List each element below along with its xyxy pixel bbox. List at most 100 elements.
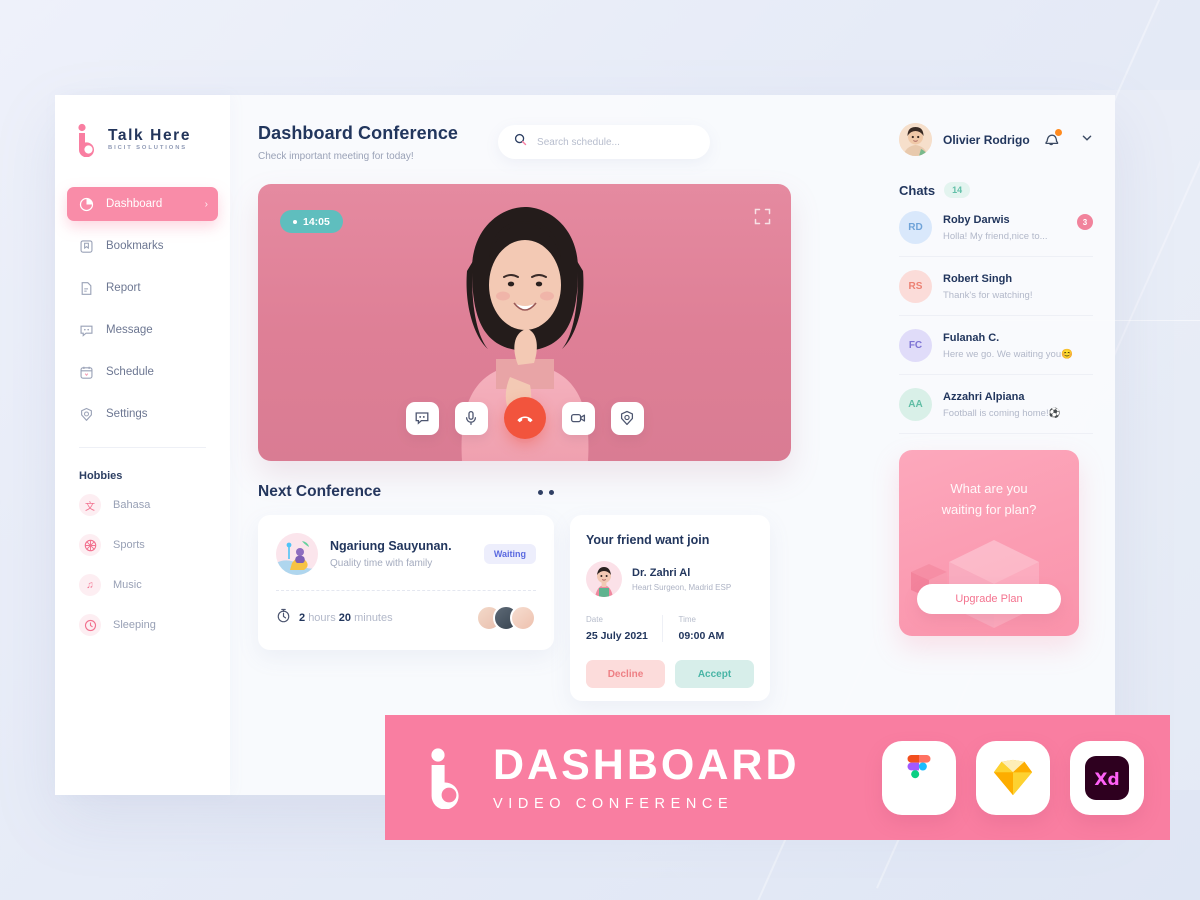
call-controls [258,397,791,439]
next-conference-title: Next Conference [258,483,382,500]
status-badge: Waiting [483,544,536,564]
avatar [586,561,622,597]
sidebar-item-label: Settings [106,408,148,420]
search-placeholder: Search schedule... [537,136,620,148]
user-profile[interactable]: Olivier Rodrigo [899,123,1093,156]
upgrade-promo-card: What are you waiting for plan? Upgrade P… [899,450,1079,636]
join-request-title: Your friend want join [586,533,710,547]
decline-button[interactable]: Decline [586,660,665,688]
avatar-initials: AA [899,388,932,421]
avatar [899,123,932,156]
sidebar-item-label: Bookmarks [106,240,164,252]
video-camera-icon[interactable] [561,401,595,435]
sidebar-item-schedule[interactable]: Schedule [67,355,218,389]
avatar [510,605,536,631]
bottom-banner: DASHBOARD VIDEO CONFERENCE Xd [385,715,1170,840]
promo-line-2: waiting for plan? [941,502,1037,518]
call-timer-badge: 14:05 [280,210,343,233]
gear-icon [78,406,94,422]
sketch-icon[interactable] [976,740,1050,815]
page-subtitle: Check important meeting for today! [258,151,414,162]
time-label: Time [678,615,696,624]
hobby-label: Sleeping [113,619,156,631]
hobby-item-sleeping[interactable]: Sleeping [55,608,230,642]
page-title: Dashboard Conference [258,123,459,143]
join-person-role: Heart Surgeon, Madrid ESP [632,582,732,592]
join-person-name: Dr. Zahri Al [632,566,691,579]
join-actions: Decline Accept [586,660,754,688]
accept-button[interactable]: Accept [675,660,754,688]
main-header: Dashboard Conference Check important mee… [258,123,861,162]
conference-thumbnail [276,533,318,575]
join-datetime: Date 25 July 2021 Time 09:00 AM [586,615,754,642]
chat-name: Fulanah C. [943,331,1000,344]
hobby-label: Sports [113,539,145,551]
bookmark-icon [78,238,94,254]
duration-minutes-label: minutes [354,612,393,624]
conference-card-top: Ngariung Sauyunan. Quality time with fam… [276,533,536,575]
brand-title: Talk Here [108,126,192,144]
chats-count-badge: 14 [944,182,971,198]
sidebar-item-bookmarks[interactable]: Bookmarks [67,229,218,263]
sidebar-item-report[interactable]: Report [67,271,218,305]
search-input[interactable]: Search schedule... [498,125,711,159]
chat-name: Robert Singh [943,272,1013,285]
chat-list-item[interactable]: FC Fulanah C. Here we go. We waiting you… [899,316,1093,375]
brand-subtitle: BICIT SOLUTIONS [108,145,188,152]
chats-title: Chats [899,182,936,198]
date-label: Date [586,615,603,624]
duration-minutes: 20 [338,612,352,624]
chat-list-item[interactable]: RS Robert Singh Thank's for watching! [899,257,1093,316]
card-divider [276,590,536,591]
settings-gear-icon[interactable] [610,401,644,435]
sidebar-item-message[interactable]: Message [67,313,218,347]
svg-text:Xd: Xd [1094,770,1119,790]
notification-dot [1055,128,1062,136]
sidebar-item-settings[interactable]: Settings [67,397,218,431]
chat-message: Thank's for watching! [943,289,1033,301]
hobby-item-bahasa[interactable]: 文 Bahasa [55,488,230,522]
chevron-down-icon[interactable] [1081,131,1093,149]
sidebar-item-dashboard[interactable]: Dashboard › [67,187,218,221]
join-request-person: Dr. Zahri Al Heart Surgeon, Madrid ESP [586,561,754,597]
chevron-right-icon: › [204,198,208,210]
stopwatch-icon [276,608,291,628]
conference-name: Ngariung Sauyunan. [330,539,452,553]
conference-card[interactable]: Ngariung Sauyunan. Quality time with fam… [258,515,554,650]
hobby-item-sports[interactable]: Sports [55,528,230,562]
b-logo-icon [425,747,471,809]
video-conference-panel[interactable]: 14:05 [258,184,791,461]
chat-icon[interactable] [405,401,439,435]
banner-subtitle: VIDEO CONFERENCE [493,795,734,812]
banner-title: DASHBOARD [493,740,800,789]
conference-card-footer: 2 hours 20 minutes [276,605,536,631]
app-icons: Xd [882,740,1144,815]
clock-icon [79,614,101,636]
music-note-icon: ♫ [79,574,101,596]
notification-bell-icon[interactable] [1042,128,1062,149]
call-timer-value: 14:05 [303,215,330,228]
chat-list-item[interactable]: AA Azzahri Alpiana Football is coming ho… [899,375,1093,434]
chat-message: Football is coming home!⚽ [943,407,1061,419]
lower-row: Ngariung Sauyunan. Quality time with fam… [258,515,861,701]
more-dots-icon[interactable] [538,489,554,495]
next-conference-header: Next Conference [258,483,554,501]
attendee-avatars[interactable] [476,605,536,631]
adobe-xd-icon[interactable]: Xd [1070,740,1144,815]
sidebar: Talk Here BICIT SOLUTIONS Dashboard › Bo… [55,95,230,795]
end-call-icon[interactable] [503,397,546,439]
banner-text: DASHBOARD VIDEO CONFERENCE [493,740,800,812]
microphone-icon[interactable] [454,401,488,435]
calendar-icon [78,364,94,380]
hobby-item-music[interactable]: ♫ Music [55,568,230,602]
chat-list-item[interactable]: RD Roby Darwis Holla! My friend,nice to.… [899,198,1093,257]
hobbies-title: Hobbies [79,470,123,482]
sidebar-item-label: Message [106,324,153,336]
language-icon: 文 [79,494,101,516]
upgrade-plan-button[interactable]: Upgrade Plan [917,584,1061,614]
ball-icon [79,534,101,556]
figma-icon[interactable] [882,740,956,815]
promo-line-1: What are you [950,481,1028,496]
pie-chart-icon [78,196,94,212]
fullscreen-icon[interactable] [754,208,771,225]
